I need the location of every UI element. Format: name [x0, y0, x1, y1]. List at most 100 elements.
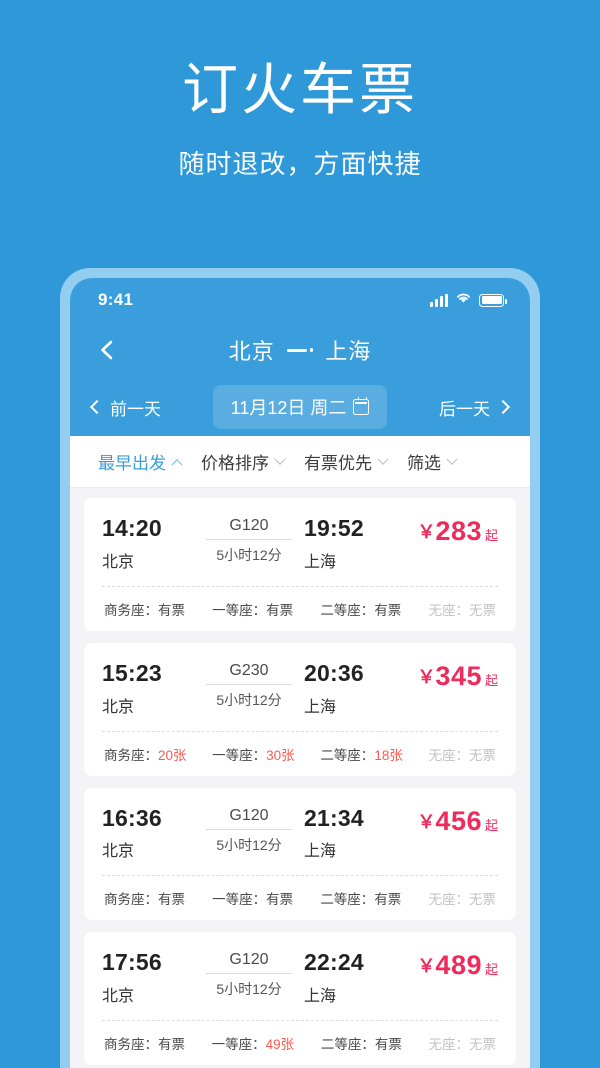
departure-block: 14:20 北京 — [102, 514, 194, 572]
filter-label: 最早出发 — [98, 454, 166, 473]
seat-availability-value: 有票 — [374, 602, 402, 618]
seat-availability-value: 无票 — [468, 602, 496, 618]
seat-class-label: 无座： — [428, 892, 469, 908]
filter-label: 有票优先 — [304, 454, 372, 473]
train-info-block: G120 5小时12分 — [194, 804, 304, 855]
seat-class-label: 一等座： — [211, 1037, 266, 1052]
arrival-block: 22:24 上海 — [304, 948, 396, 1006]
origin-station: 北京 — [228, 339, 275, 364]
seat-availability-value: 18张 — [374, 747, 403, 763]
seat-class-label: 无座： — [428, 602, 469, 618]
train-card[interactable]: 14:20 北京 G120 5小时12分 19:52 上海 ￥283 起商务座：有票 一等座：有… — [84, 498, 516, 631]
price-value: 489 — [435, 950, 482, 981]
seat-class-label: 一等座： — [212, 747, 267, 763]
filter-more[interactable]: 筛选 — [397, 449, 466, 474]
chevron-left-icon — [89, 399, 105, 415]
signal-icon — [430, 293, 448, 307]
date-bar: 前一天 11月12日 周二 后一天 — [70, 378, 530, 436]
next-day-label: 后一天 — [439, 399, 490, 419]
seat-availability-value: 20张 — [158, 747, 187, 763]
chevron-right-icon — [495, 399, 511, 415]
phone-screen: 9:41 北京 上海 前一天 11月12日 周二 后一天 最早出发 价格排序 有… — [70, 278, 530, 1068]
filter-bar: 最早出发 价格排序 有票优先 筛选 — [70, 436, 530, 488]
seat-class-label: 二等座： — [320, 602, 375, 618]
arrival-time: 19:52 — [304, 515, 364, 541]
departure-time: 15:23 — [102, 659, 162, 686]
seat-class-label: 无座： — [428, 1037, 470, 1052]
seat-class-label: 无座： — [428, 747, 469, 763]
chevron-down-icon — [377, 453, 389, 465]
departure-block: 16:36 北京 — [102, 804, 194, 862]
seat-availability: 无座：无票 — [429, 1033, 497, 1053]
train-info-block: G120 5小时12分 — [194, 514, 304, 565]
train-line-divider — [206, 539, 292, 540]
train-line-divider — [206, 683, 292, 685]
price-suffix: 起 — [484, 962, 498, 978]
seat-availability-row: 商务座：有票 一等座：49张 二等座：有票 无座：无票 — [102, 1021, 498, 1065]
next-day-button[interactable]: 后一天 — [439, 395, 511, 420]
seat-class-label: 商务座： — [104, 747, 158, 763]
seat-availability-value: 有票 — [158, 892, 185, 908]
currency-symbol: ￥ — [417, 811, 436, 832]
seat-availability: 二等座：有票 — [321, 1033, 402, 1053]
seat-class-label: 商务座： — [104, 892, 158, 908]
trip-duration: 5小时12分 — [216, 691, 282, 708]
back-button[interactable] — [96, 339, 118, 361]
seat-availability-row: 商务座：20张 一等座：30张 二等座：18张 无座：无票 — [102, 732, 498, 776]
trip-duration: 5小时12分 — [216, 547, 282, 563]
chevron-up-icon — [171, 458, 183, 470]
arrival-time: 20:36 — [304, 659, 364, 686]
train-line-divider — [206, 828, 292, 830]
seat-availability-value: 无票 — [468, 892, 496, 908]
arrival-station: 上海 — [304, 698, 337, 716]
price-block: ￥489 起 — [396, 948, 498, 981]
seat-class-label: 一等座： — [212, 892, 267, 908]
train-info-block: G230 5小时12分 — [194, 659, 304, 710]
seat-availability: 一等座：49张 — [212, 1033, 295, 1053]
seat-availability-value: 有票 — [158, 1037, 185, 1052]
calendar-icon — [353, 396, 370, 415]
price-value: 456 — [435, 805, 482, 836]
route-title: 北京 上海 — [70, 334, 530, 366]
trip-duration: 5小时12分 — [216, 836, 282, 853]
arrival-block: 20:36 上海 — [304, 659, 396, 717]
prev-day-button[interactable]: 前一天 — [89, 395, 161, 420]
arrival-station: 上海 — [304, 988, 337, 1005]
seat-availability-value: 有票 — [266, 892, 294, 908]
train-list[interactable]: 14:20 北京 G120 5小时12分 19:52 上海 ￥283 起商务座：有票 一等座：有… — [70, 488, 530, 1068]
departure-time: 14:20 — [102, 515, 162, 541]
seat-availability: 一等座：30张 — [212, 744, 295, 764]
train-card[interactable]: 16:36 北京 G120 5小时12分 21:34 上海 ￥456 起商务座：有票 一等座：有… — [84, 787, 516, 921]
price-block: ￥283 起 — [396, 514, 498, 547]
departure-station: 北京 — [102, 698, 135, 716]
train-number: G120 — [229, 517, 269, 534]
price-suffix: 起 — [484, 672, 498, 688]
train-card[interactable]: 17:56 北京 G120 5小时12分 22:24 上海 ￥489 起商务座：有票 一等座：4… — [84, 932, 516, 1065]
date-picker-button[interactable]: 11月12日 周二 — [212, 385, 388, 429]
seat-availability: 商务座：20张 — [104, 744, 187, 764]
filter-label: 价格排序 — [201, 454, 269, 473]
train-summary: 14:20 北京 G120 5小时12分 19:52 上海 ￥283 起 — [102, 514, 498, 586]
departure-block: 15:23 北京 — [102, 659, 194, 717]
nav-header: 北京 上海 — [70, 322, 530, 378]
departure-time: 16:36 — [102, 804, 162, 831]
departure-station: 北京 — [102, 553, 135, 571]
seat-class-label: 二等座： — [320, 747, 375, 763]
destination-station: 上海 — [325, 339, 372, 364]
train-card[interactable]: 15:23 北京 G230 5小时12分 20:36 上海 ￥345 起商务座：20张 一等座：… — [84, 642, 516, 776]
seat-class-label: 一等座： — [212, 602, 267, 618]
train-line-divider — [206, 973, 292, 975]
seat-availability-value: 有票 — [266, 602, 294, 618]
seat-availability-value: 49张 — [265, 1037, 295, 1052]
price-block: ￥456 起 — [396, 804, 498, 837]
filter-earliest-departure[interactable]: 最早出发 — [88, 449, 191, 474]
seat-availability: 无座：无票 — [428, 599, 496, 619]
price-suffix: 起 — [484, 528, 498, 543]
filter-price-sort[interactable]: 价格排序 — [191, 449, 294, 474]
seat-availability: 二等座：有票 — [320, 599, 401, 619]
seat-availability: 二等座：18张 — [320, 744, 403, 764]
arrival-time: 22:24 — [304, 949, 364, 976]
departure-station: 北京 — [102, 843, 135, 861]
price-value: 283 — [435, 516, 482, 546]
filter-available-first[interactable]: 有票优先 — [294, 449, 397, 474]
